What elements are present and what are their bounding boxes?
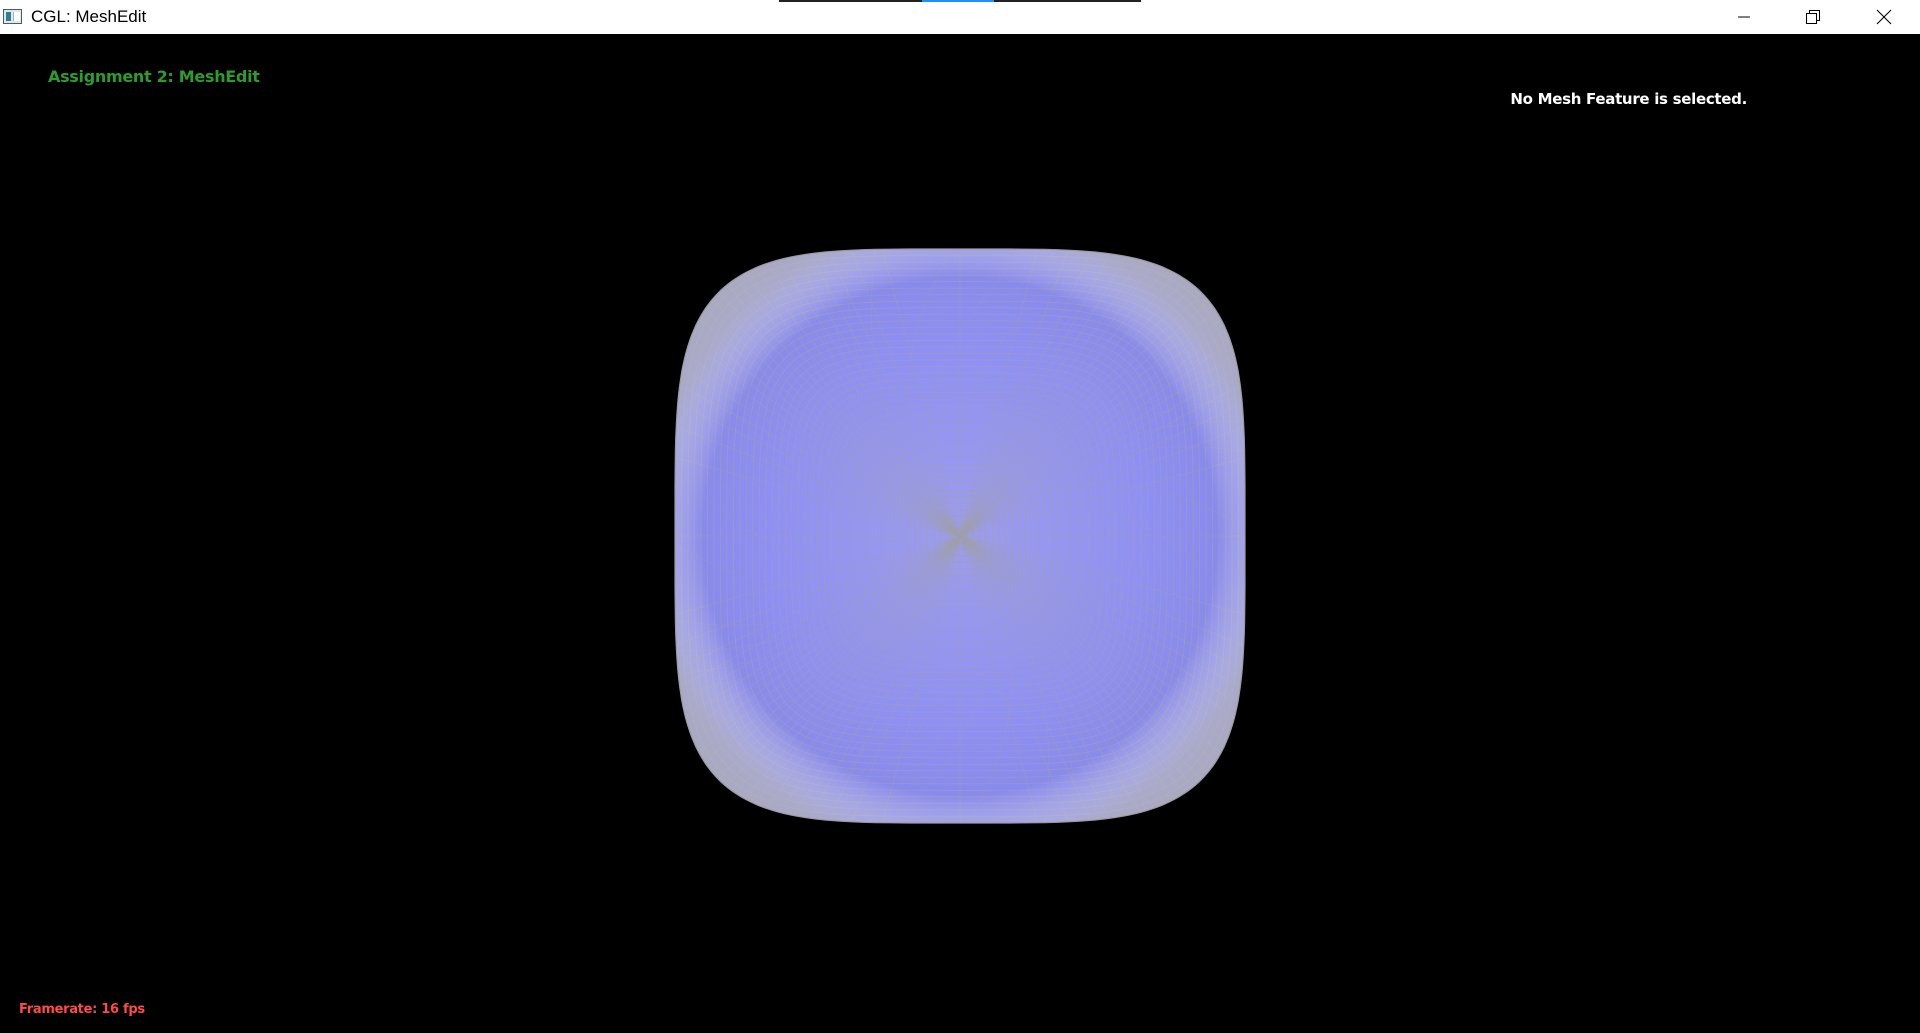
- app-window-icon: [3, 9, 22, 24]
- selection-status: No Mesh Feature is selected.: [1510, 90, 1747, 108]
- framerate-label: Framerate:: [19, 1002, 98, 1017]
- close-icon: [1876, 9, 1891, 25]
- framerate-value: 16 fps: [101, 1002, 145, 1017]
- gl-viewport[interactable]: Assignment 2: MeshEdit No Mesh Feature i…: [0, 34, 1920, 1033]
- taskbar-drag-accent: [922, 0, 994, 2]
- meshedit-window: CGL: MeshEdit Assignment 2: MeshEdit No …: [0, 0, 1920, 1033]
- mesh-canvas[interactable]: [0, 34, 1920, 1033]
- mesh-silhouette-rim: [674, 248, 1246, 824]
- minimize-button[interactable]: [1709, 0, 1778, 34]
- window-title: CGL: MeshEdit: [31, 7, 147, 26]
- assignment-title: Assignment 2: MeshEdit: [48, 67, 260, 86]
- framerate-readout: Framerate: 16 fps: [19, 1002, 145, 1017]
- minimize-icon: [1737, 16, 1750, 18]
- close-button[interactable]: [1847, 0, 1920, 34]
- restore-button[interactable]: [1778, 0, 1847, 34]
- restore-icon: [1805, 10, 1820, 24]
- title-bar[interactable]: CGL: MeshEdit: [0, 0, 1920, 34]
